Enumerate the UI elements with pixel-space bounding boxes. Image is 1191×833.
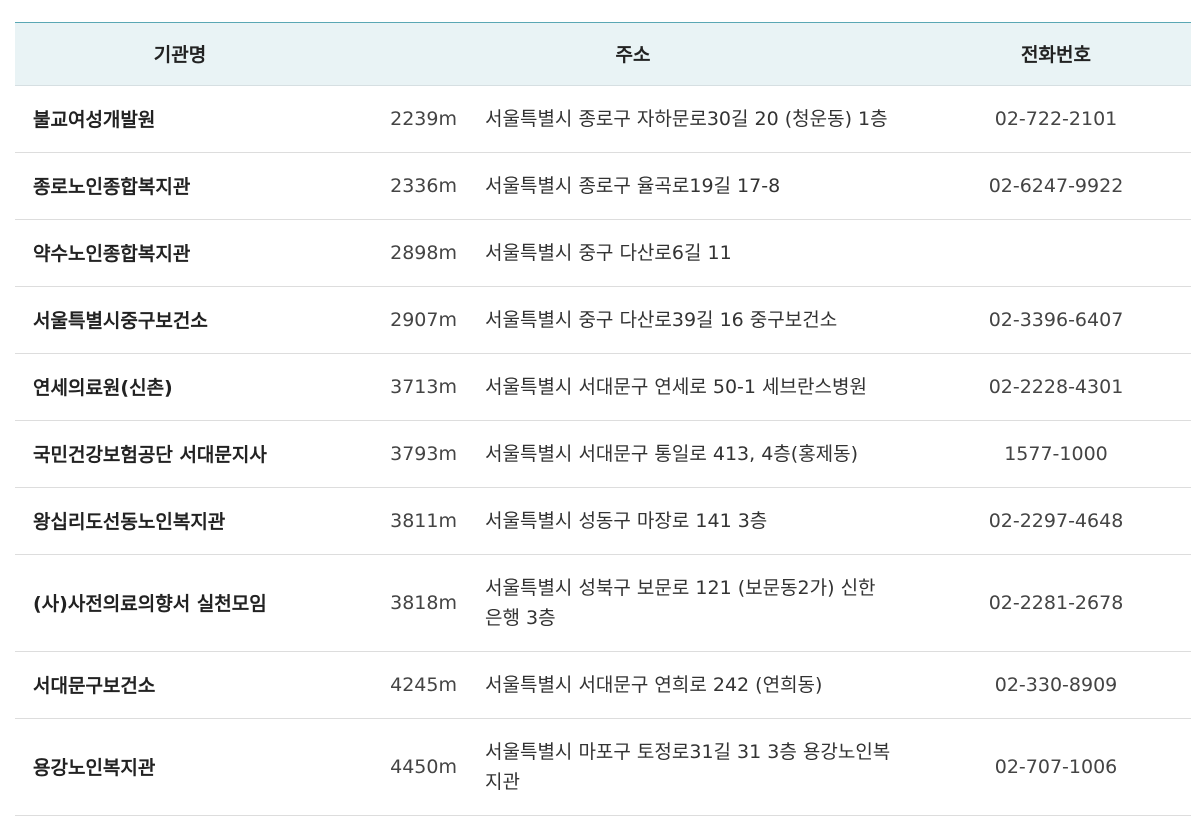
facility-address: 서울특별시 종로구 자하문로30길 20 (청운동) 1층 <box>485 107 888 130</box>
header-address: 주소 <box>345 23 921 86</box>
facility-name: 용강노인복지관 <box>33 757 156 779</box>
facility-address: 서울특별시 성북구 보문로 121 (보문동2가) 신한은행 3층 <box>485 576 876 629</box>
facility-name: 약수노인종합복지관 <box>33 243 191 265</box>
facility-distance: 2336m <box>390 174 457 197</box>
facility-name: 서대문구보건소 <box>33 675 156 697</box>
facility-name: 서울특별시중구보건소 <box>33 310 208 332</box>
facility-address: 서울특별시 성동구 마장로 141 3층 <box>485 509 768 532</box>
facility-distance: 3713m <box>390 375 457 398</box>
facility-list: 기관명 주소 전화번호 불교여성개발원 2239m 서울특별시 종로구 자하문로… <box>0 0 1191 833</box>
table-row[interactable]: 국민건강보험공단 서대문지사 3793m 서울특별시 서대문구 통일로 413,… <box>15 420 1191 487</box>
facility-name: 국민건강보험공단 서대문지사 <box>33 444 267 466</box>
facility-name: 연세의료원(신촌) <box>33 377 173 399</box>
header-row: 기관명 주소 전화번호 <box>15 23 1191 86</box>
facility-phone: 1577-1000 <box>1004 442 1108 465</box>
facility-distance: 3818m <box>390 591 457 614</box>
facility-name: 종로노인종합복지관 <box>33 176 191 198</box>
table-row[interactable]: 약수노인종합복지관 2898m 서울특별시 중구 다산로6길 11 <box>15 219 1191 286</box>
facility-address: 서울특별시 마포구 토정로31길 31 3층 용강노인복지관 <box>485 740 891 793</box>
facility-distance: 2907m <box>390 308 457 331</box>
facility-name: (사)사전의료의향서 실천모임 <box>33 593 267 615</box>
facility-phone: 02-330-8909 <box>994 673 1118 696</box>
table-row[interactable]: 종로노인종합복지관 2336m 서울특별시 종로구 율곡로19길 17-8 02… <box>15 152 1191 219</box>
table-row[interactable]: 서울특별시중구보건소 2907m 서울특별시 중구 다산로39길 16 중구보건… <box>15 286 1191 353</box>
facility-name: 불교여성개발원 <box>33 109 156 131</box>
header-name: 기관명 <box>15 23 345 86</box>
facility-phone: 02-707-1006 <box>994 755 1118 778</box>
table-row[interactable]: 불교여성개발원 2239m 서울특별시 종로구 자하문로30길 20 (청운동)… <box>15 85 1191 152</box>
facility-name: 왕십리도선동노인복지관 <box>33 511 226 533</box>
table-body: 불교여성개발원 2239m 서울특별시 종로구 자하문로30길 20 (청운동)… <box>15 85 1191 815</box>
table-row[interactable]: 왕십리도선동노인복지관 3811m 서울특별시 성동구 마장로 141 3층 0… <box>15 487 1191 554</box>
facility-distance: 4450m <box>390 755 457 778</box>
facility-distance: 4245m <box>390 673 457 696</box>
facility-phone <box>921 219 1191 286</box>
facility-address: 서울특별시 중구 다산로6길 11 <box>485 241 732 264</box>
table-row[interactable]: 용강노인복지관 4450m 서울특별시 마포구 토정로31길 31 3층 용강노… <box>15 718 1191 815</box>
facility-distance: 3793m <box>390 442 457 465</box>
facility-distance: 2239m <box>390 107 457 130</box>
facility-address: 서울특별시 서대문구 연세로 50-1 세브란스병원 <box>485 375 867 398</box>
facility-address: 서울특별시 서대문구 통일로 413, 4층(홍제동) <box>485 442 859 465</box>
facility-phone: 02-2297-4648 <box>988 509 1124 532</box>
facility-phone: 02-2281-2678 <box>988 591 1124 614</box>
facility-address: 서울특별시 서대문구 연희로 242 (연희동) <box>485 673 823 696</box>
table-header: 기관명 주소 전화번호 <box>15 23 1191 86</box>
facility-phone: 02-2228-4301 <box>988 375 1124 398</box>
facility-address: 서울특별시 종로구 율곡로19길 17-8 <box>485 174 781 197</box>
facility-address: 서울특별시 중구 다산로39길 16 중구보건소 <box>485 308 838 331</box>
header-phone: 전화번호 <box>921 23 1191 86</box>
facility-distance: 2898m <box>390 241 457 264</box>
facility-phone: 02-722-2101 <box>994 107 1118 130</box>
table-row[interactable]: 서대문구보건소 4245m 서울특별시 서대문구 연희로 242 (연희동) 0… <box>15 651 1191 718</box>
facility-distance: 3811m <box>390 509 457 532</box>
table-row[interactable]: (사)사전의료의향서 실천모임 3818m 서울특별시 성북구 보문로 121 … <box>15 554 1191 651</box>
facility-phone: 02-6247-9922 <box>988 174 1124 197</box>
facility-table: 기관명 주소 전화번호 불교여성개발원 2239m 서울특별시 종로구 자하문로… <box>15 23 1191 816</box>
facility-phone: 02-3396-6407 <box>988 308 1124 331</box>
table-row[interactable]: 연세의료원(신촌) 3713m 서울특별시 서대문구 연세로 50-1 세브란스… <box>15 353 1191 420</box>
